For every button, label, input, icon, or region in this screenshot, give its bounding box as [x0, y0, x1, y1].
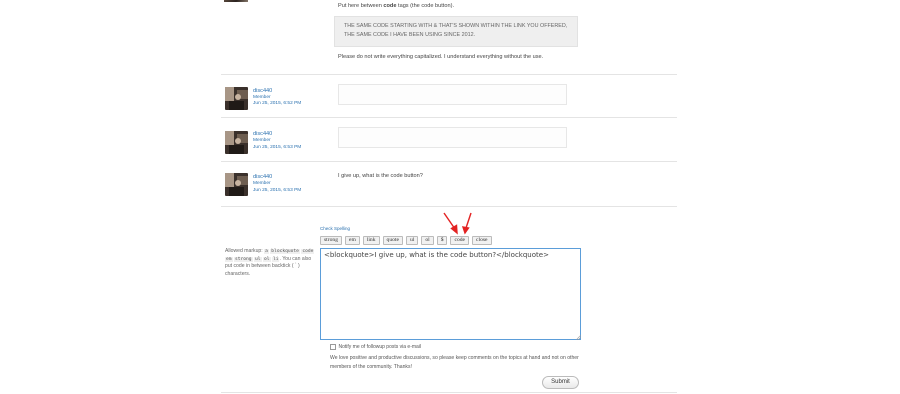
comment-textarea[interactable]: <blockquote>I give up, what is the code … [320, 248, 581, 340]
reply-body [338, 84, 567, 105]
divider [221, 161, 677, 162]
user-role: Member [253, 181, 271, 186]
username-link[interactable]: disc440 [253, 88, 272, 94]
avatar[interactable] [225, 173, 248, 196]
comment-policy: We love positive and productive discussi… [330, 355, 579, 370]
avatar [224, 0, 248, 2]
toolbar-code-button[interactable]: code [450, 236, 470, 245]
submit-button[interactable]: Submit [542, 376, 579, 389]
toolbar-em-button[interactable]: em [344, 236, 360, 245]
toolbar-strong-button[interactable]: strong [320, 236, 342, 245]
toolbar-quote-button[interactable]: quote [382, 236, 403, 245]
notify-checkbox[interactable] [330, 344, 336, 350]
toolbar-link-button[interactable]: link [362, 236, 380, 245]
toolbar-close-button[interactable]: close [472, 236, 492, 245]
post-text: Please do not write everything capitaliz… [338, 54, 544, 60]
reply-body: I give up, what is the code button? [338, 173, 423, 179]
user-role: Member [253, 138, 271, 143]
divider [221, 74, 677, 75]
check-spelling-link[interactable]: Check Spelling [320, 226, 350, 231]
username-link[interactable]: disc440 [253, 174, 272, 180]
divider [221, 117, 677, 118]
allowed-markup-help: Allowed markup: a blockquote code em str… [225, 248, 315, 277]
toolbar-math-button[interactable]: $ [436, 236, 448, 245]
resize-handle-icon[interactable] [576, 335, 581, 340]
blockquote: THE SAME CODE STARTING WITH & THAT'S SHO… [334, 16, 578, 47]
post-date-link[interactable]: Jun 25, 2015, 6:53 PM [253, 145, 301, 151]
reply-body [338, 127, 567, 148]
markup-toolbar: strong em link quote ul ol $ code close [320, 236, 492, 245]
toolbar-ul-button[interactable]: ul [405, 236, 419, 245]
avatar[interactable] [225, 131, 248, 154]
notify-label: Notify me of followup posts via e-mail [338, 344, 422, 350]
toolbar-ol-button[interactable]: ol [421, 236, 434, 245]
notify-option[interactable]: Notify me of followup posts via e-mail [330, 344, 421, 350]
divider [221, 206, 677, 207]
post-date-link[interactable]: Jun 25, 2015, 6:52 PM [253, 101, 301, 107]
username-link[interactable]: disc440 [253, 131, 272, 137]
divider [221, 392, 677, 393]
annotation-arrows [443, 212, 472, 235]
post-text: Put here between code tags (the code but… [338, 3, 454, 9]
post-date-link[interactable]: Jun 25, 2015, 6:53 PM [253, 188, 301, 194]
avatar[interactable] [225, 87, 248, 110]
